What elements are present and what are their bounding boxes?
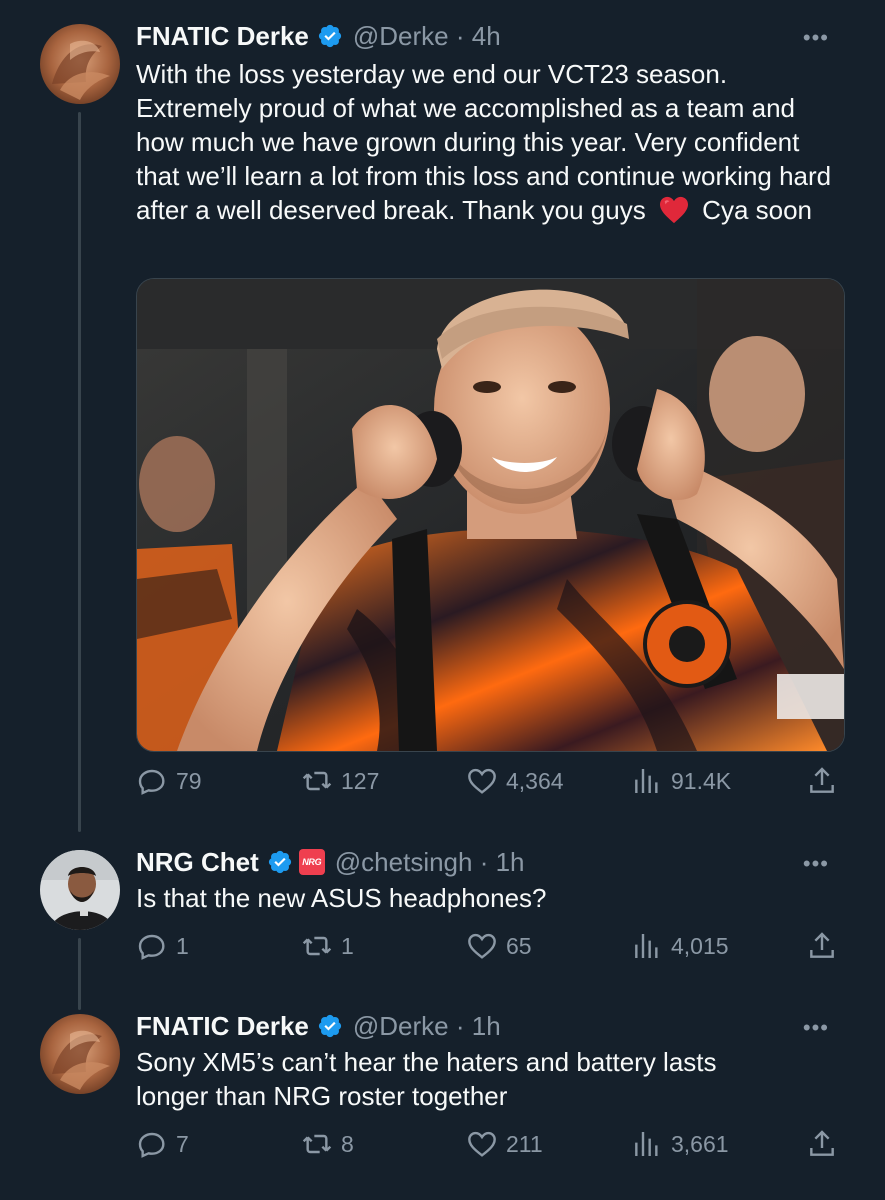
reply-button[interactable]: 7: [136, 1128, 189, 1160]
share-icon: [810, 932, 834, 958]
tweet-main[interactable]: FNATIC Derke @Derke · 4h ••• With the lo…: [0, 0, 885, 830]
reply-icon: [138, 769, 165, 795]
tweet-reply-nrg[interactable]: NRG Chet NRG @chetsingh · 1h ••• Is that…: [0, 830, 885, 1000]
share-icon: [810, 1130, 834, 1156]
display-name[interactable]: FNATIC Derke: [136, 1010, 309, 1042]
display-name[interactable]: NRG Chet: [136, 846, 259, 878]
affiliate-badge-label: NRG: [302, 857, 322, 867]
tweet-text: With the loss yesterday we end our VCT23…: [136, 57, 848, 227]
tweet-actions: 1 1 65 4,015: [136, 930, 842, 966]
heart-icon: [468, 1131, 496, 1157]
tweet-header: FNATIC Derke @Derke · 4h: [136, 20, 501, 52]
reply-button[interactable]: 1: [136, 930, 189, 962]
handle-and-time[interactable]: @Derke · 4h: [353, 20, 501, 52]
views-icon: [635, 1132, 658, 1156]
retweet-icon: [302, 771, 332, 791]
retweet-button[interactable]: 1: [301, 930, 354, 962]
tweet-text-end: Cya soon: [702, 195, 813, 225]
retweet-button[interactable]: 127: [301, 765, 379, 797]
retweet-icon: [302, 1134, 332, 1154]
like-count: 211: [506, 1131, 543, 1157]
views-button[interactable]: 4,015: [631, 930, 729, 962]
reply-count: 7: [176, 1131, 189, 1157]
reply-button[interactable]: 79: [136, 765, 202, 797]
reply-count: 79: [176, 768, 202, 794]
more-icon[interactable]: •••: [803, 27, 829, 49]
share-button[interactable]: [806, 765, 846, 797]
views-count: 3,661: [671, 1131, 729, 1157]
like-count: 4,364: [506, 768, 564, 794]
views-button[interactable]: 91.4K: [631, 765, 731, 797]
retweet-icon: [302, 936, 332, 956]
tweet-header: NRG Chet NRG @chetsingh · 1h: [136, 846, 525, 878]
verified-badge-icon: [317, 23, 343, 49]
more-icon[interactable]: •••: [803, 1017, 829, 1039]
retweet-count: 8: [341, 1131, 354, 1157]
views-icon: [635, 769, 658, 793]
tweet-reply-derke[interactable]: FNATIC Derke @Derke · 1h ••• Sony XM5’s …: [0, 1000, 885, 1200]
views-count: 91.4K: [671, 768, 732, 794]
affiliate-badge-nrg[interactable]: NRG: [298, 849, 325, 875]
tweet-header: FNATIC Derke @Derke · 1h: [136, 1010, 501, 1042]
red-heart-emoji-icon: [659, 196, 688, 224]
share-button[interactable]: [806, 930, 846, 962]
heart-icon: [468, 768, 496, 794]
reply-icon: [138, 1132, 165, 1158]
tweet-actions: 79 127 4,364 91.4K: [136, 765, 842, 801]
views-button[interactable]: 3,661: [631, 1128, 729, 1160]
heart-icon: [468, 933, 496, 959]
retweet-count: 1: [341, 933, 354, 959]
verified-badge-icon: [317, 1013, 343, 1039]
like-button[interactable]: 65: [466, 930, 532, 962]
verified-badge-icon: [267, 849, 293, 875]
tweet-text: Sony XM5’s can’t hear the haters and bat…: [136, 1047, 717, 1111]
reply-count: 1: [176, 933, 189, 959]
more-icon[interactable]: •••: [803, 853, 829, 875]
tweet-media-photo[interactable]: [136, 278, 845, 752]
views-icon: [635, 934, 658, 958]
avatar-derke[interactable]: [40, 24, 120, 104]
share-icon: [810, 767, 834, 793]
retweet-count: 127: [341, 768, 380, 794]
display-name[interactable]: FNATIC Derke: [136, 20, 309, 52]
like-button[interactable]: 4,364: [466, 765, 564, 797]
retweet-button[interactable]: 8: [301, 1128, 354, 1160]
like-count: 65: [506, 933, 532, 959]
tweet-text: Is that the new ASUS headphones?: [136, 883, 547, 913]
avatar-derke[interactable]: [40, 1014, 120, 1094]
tweet-actions: 7 8 211 3,661: [136, 1128, 842, 1164]
views-count: 4,015: [671, 933, 729, 959]
like-button[interactable]: 211: [466, 1128, 543, 1160]
share-button[interactable]: [806, 1128, 846, 1160]
avatar-chet[interactable]: [40, 850, 120, 930]
reply-icon: [138, 934, 165, 960]
handle-and-time[interactable]: @Derke · 1h: [353, 1010, 501, 1042]
handle-and-time[interactable]: @chetsingh · 1h: [335, 846, 525, 878]
